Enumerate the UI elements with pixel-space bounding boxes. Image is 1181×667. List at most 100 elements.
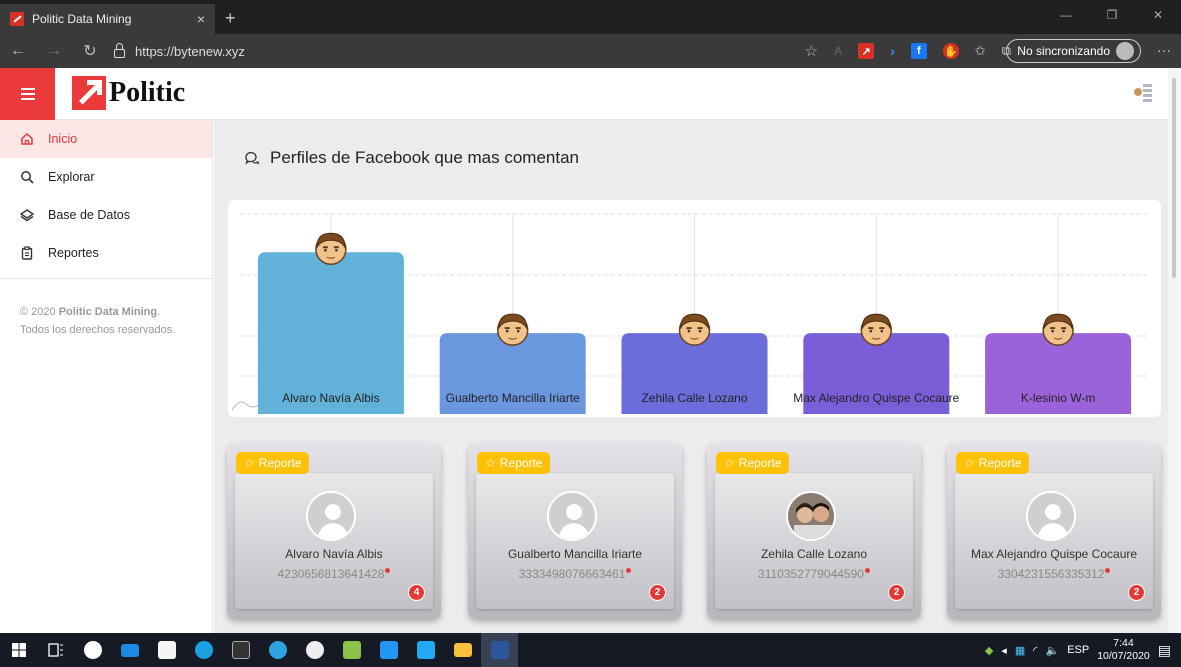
language-indicator[interactable]: ESP	[1067, 644, 1089, 656]
bar-avatar-icon	[315, 232, 347, 266]
notifications-icon[interactable]: ▤	[1158, 642, 1171, 659]
profile-name: Gualberto Mancilla Iriarte	[507, 547, 643, 561]
comment-count-badge: 2	[649, 584, 666, 601]
bar-avatar-icon	[678, 313, 711, 346]
report-card[interactable]: ☆ Reporte Zehila Calle Lozano 3110352779044…	[707, 443, 921, 619]
tray-apps-icon[interactable]: ▦	[1015, 644, 1025, 657]
profile-name: Zehila Calle Lozano	[760, 547, 868, 561]
star-icon: ☆	[964, 456, 975, 470]
task-view-icon[interactable]	[37, 633, 74, 667]
search-icon	[20, 170, 34, 184]
volume-icon[interactable]: 🔈	[1045, 644, 1059, 657]
report-card[interactable]: ☆ Reporte Gualberto Mancilla Iriarte 333349…	[468, 443, 682, 619]
comment-count-badge: 4	[408, 584, 425, 601]
github-desktop-icon[interactable]	[74, 633, 111, 667]
sidebar-divider	[0, 278, 212, 279]
bar-avatar-icon	[496, 313, 529, 346]
profile-panel: Max Alejandro Quispe Cocaure 330423155633…	[955, 473, 1153, 609]
clock-time: 7:44	[1113, 637, 1134, 649]
main-content: Perfiles de Facebook que mas comentan Al…	[214, 120, 1168, 633]
close-window-icon[interactable]: ✕	[1135, 0, 1181, 30]
windows-start-icon[interactable]	[0, 633, 37, 667]
notepad-icon[interactable]	[333, 633, 370, 667]
sidebar-item-reportes[interactable]: Reportes	[0, 234, 212, 272]
politic-logo[interactable]: Politic	[72, 76, 185, 110]
profile-photo	[786, 491, 836, 541]
github-icon[interactable]	[296, 633, 333, 667]
app-badge-icon[interactable]	[370, 633, 407, 667]
report-cards: ☆ Reporte Alvaro Navía Albis 42306568136414…	[227, 443, 1167, 633]
sidebar: Inicio Explorar Base de Datos Reportes ©…	[0, 120, 213, 633]
report-card[interactable]: ☆ Reporte Max Alejandro Quispe Cocaure 3304…	[947, 443, 1161, 619]
adblock-icon[interactable]: ✋	[942, 43, 959, 59]
report-badge[interactable]: ☆ Reporte	[477, 452, 551, 474]
edge-dev-icon[interactable]	[259, 633, 296, 667]
comment-count-badge: 2	[1128, 584, 1145, 601]
network-icon[interactable]: ◆	[985, 644, 993, 657]
report-badge[interactable]: ☆ Reporte	[236, 452, 310, 474]
url-field[interactable]: https://bytenew.xyz	[114, 42, 245, 59]
store-icon[interactable]	[148, 633, 185, 667]
more-options-icon[interactable]: ···	[1157, 42, 1171, 58]
chart-bar[interactable]	[257, 252, 404, 414]
new-tab-button[interactable]: +	[225, 4, 236, 34]
sync-status-button[interactable]: No sincronizando	[1006, 39, 1141, 63]
report-badge[interactable]: ☆ Reporte	[956, 452, 1030, 474]
tab-close-icon[interactable]: ×	[197, 11, 205, 27]
profile-panel: Gualberto Mancilla Iriarte 33334980766634…	[476, 473, 674, 609]
app-header: Politic	[0, 68, 1168, 120]
favorite-star-icon[interactable]: ☆	[805, 42, 818, 60]
browser-tab-strip: Politic Data Mining × + — ❐ ✕	[0, 0, 1181, 34]
facebook-extension-icon[interactable]: f	[910, 43, 927, 59]
scrollbar-thumb[interactable]	[1172, 78, 1176, 278]
comments-icon	[245, 151, 260, 165]
back-icon[interactable]: ←	[0, 42, 36, 60]
refresh-icon[interactable]: ↻	[72, 41, 108, 61]
profile-name: Max Alejandro Quispe Cocaure	[970, 547, 1138, 561]
user-avatar-icon[interactable]	[1132, 80, 1154, 104]
profile-name: Alvaro Navía Albis	[285, 547, 383, 561]
sidebar-item-explorar[interactable]: Explorar	[0, 158, 212, 196]
report-badge-label: Reporte	[738, 456, 782, 470]
profile-avatar-icon	[1116, 42, 1134, 60]
bar-label: K-lesinio W-m	[1021, 391, 1095, 405]
tray-expand-icon[interactable]: ◂	[1001, 644, 1007, 657]
word-icon[interactable]	[481, 633, 518, 667]
clipboard-icon	[20, 246, 34, 260]
home-icon	[20, 132, 34, 146]
report-card[interactable]: ☆ Reporte Alvaro Navía Albis 42306568136414…	[227, 443, 441, 619]
read-aloud-icon[interactable]: A	[834, 44, 842, 58]
sidebar-item-inicio[interactable]: Inicio	[0, 120, 212, 158]
terminal-icon[interactable]	[222, 633, 259, 667]
bar-label: Zehila Calle Lozano	[641, 391, 747, 405]
hamburger-menu-icon[interactable]	[0, 68, 55, 120]
chart-legend-curve	[231, 401, 261, 411]
bar-label: Max Alejandro Quispe Cocaure	[793, 391, 959, 405]
restore-icon[interactable]: ❐	[1089, 0, 1135, 30]
page-scrollbar[interactable]	[1168, 68, 1181, 633]
system-tray: ◆ ◂ ▦ ◜ 🔈 ESP 7:44 10/07/2020 ▤	[985, 633, 1181, 667]
copyright-prefix: © 2020	[20, 306, 59, 318]
profile-photo	[1026, 491, 1076, 541]
favorites-list-icon[interactable]: ✩	[975, 43, 986, 59]
bar-avatar-icon	[1042, 313, 1074, 346]
browser-tab[interactable]: Politic Data Mining ×	[0, 4, 215, 34]
chevron-right-icon[interactable]: ›	[890, 43, 895, 59]
vscode-icon[interactable]	[407, 633, 444, 667]
mail-icon[interactable]	[111, 633, 148, 667]
bar-avatar-icon	[860, 313, 893, 346]
sidebar-item-label: Inicio	[48, 132, 78, 146]
clock[interactable]: 7:44 10/07/2020	[1097, 637, 1150, 663]
forward-icon[interactable]: →	[36, 42, 72, 60]
logo-text: Politic	[109, 77, 186, 108]
sidebar-item-base-de-datos[interactable]: Base de Datos	[0, 196, 212, 234]
edge-icon[interactable]	[185, 633, 222, 667]
politic-extension-icon[interactable]: ↗	[858, 43, 875, 59]
wifi-icon[interactable]: ◜	[1033, 644, 1037, 657]
report-badge-label: Reporte	[258, 456, 302, 470]
minimize-icon[interactable]: —	[1043, 0, 1089, 30]
profile-id: 3110352779044590	[715, 567, 913, 581]
sync-label: No sincronizando	[1017, 44, 1110, 58]
file-explorer-icon[interactable]	[444, 633, 481, 667]
report-badge[interactable]: ☆ Reporte	[716, 452, 790, 474]
